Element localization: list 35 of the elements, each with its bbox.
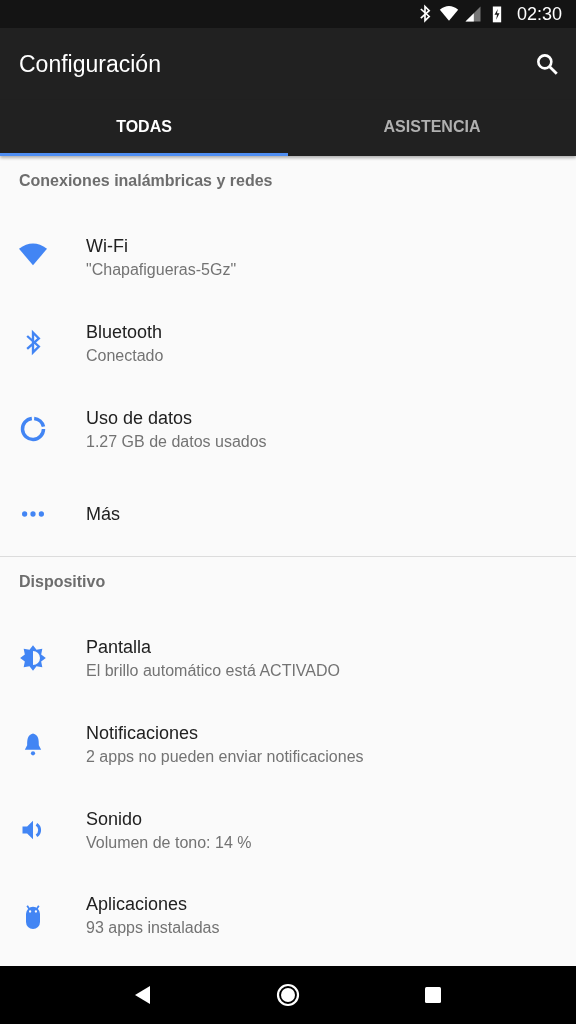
settings-item[interactable]: Wi-Fi "Chapafigueras-5Gz" (0, 214, 576, 300)
screen-title: Configuración (19, 50, 161, 78)
data-usage-icon (19, 415, 47, 443)
settings-item[interactable]: Más (0, 472, 576, 556)
item-summary: Conectado (86, 346, 164, 365)
settings-item[interactable]: Uso de datos 1.27 GB de datos usados (0, 386, 576, 472)
section-header: Conexiones inalámbricas y redes (18, 171, 274, 191)
item-title: Notificaciones (86, 722, 200, 744)
item-title: Wi-Fi (86, 235, 129, 257)
item-summary: 1.27 GB de datos usados (86, 432, 267, 451)
item-title: Sonido (86, 808, 144, 830)
item-summary: "Chapafigueras-5Gz" (86, 260, 237, 279)
item-summary: El brillo automático está ACTIVADO (86, 661, 341, 680)
item-title: Uso de datos (86, 407, 194, 429)
home-icon[interactable] (276, 983, 300, 1007)
search-icon[interactable] (534, 51, 560, 77)
item-title: Bluetooth (86, 321, 164, 343)
item-title: Aplicaciones (86, 893, 189, 915)
section-header: Dispositivo (18, 572, 107, 592)
item-title: Pantalla (86, 636, 153, 658)
status-time: 02:30 (516, 3, 562, 25)
settings-item[interactable]: Aplicaciones 93 apps instaladas (0, 873, 576, 957)
item-summary: 2 apps no pueden enviar notificaciones (86, 747, 364, 766)
brightness-icon (19, 644, 47, 672)
settings-item[interactable]: Bluetooth Conectado (0, 300, 576, 386)
tab[interactable]: ASISTENCIA (288, 100, 576, 156)
tab[interactable]: TODAS (0, 100, 288, 156)
item-summary: 93 apps instaladas (86, 918, 220, 937)
settings-item[interactable]: Pantalla El brillo automático está ACTIVADO (0, 615, 576, 701)
settings-item[interactable]: Notificaciones 2 apps no pueden enviar notificaciones (0, 701, 576, 787)
item-summary: Volumen de tono: 14 % (86, 833, 252, 852)
more-icon (22, 511, 44, 517)
cell-signal-icon (462, 4, 483, 24)
settings-item[interactable]: Sonido Volumen de tono: 14 % (0, 787, 576, 873)
item-title: Más (86, 503, 120, 525)
